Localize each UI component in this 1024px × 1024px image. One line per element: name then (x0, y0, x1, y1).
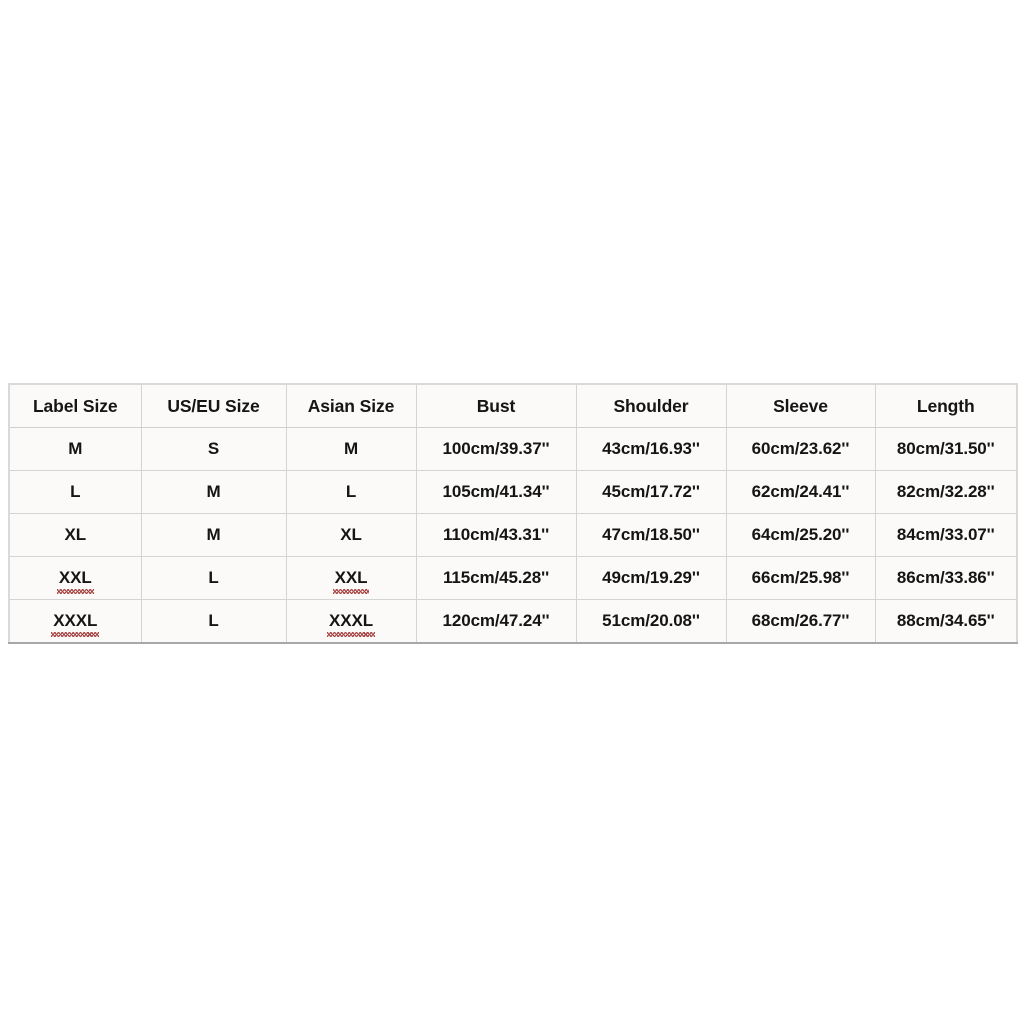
cell-shoulder: 47cm/18.50'' (575, 513, 727, 557)
spellcheck-squiggle-underline (51, 631, 100, 637)
cell-asian-size: L (285, 470, 417, 514)
cell-shoulder: 51cm/20.08'' (575, 599, 727, 644)
column-header-label-size: Label Size (8, 383, 142, 428)
cell-us-eu-size: M (140, 470, 287, 514)
size-chart-container: Label Size US/EU Size Asian Size Bust Sh… (8, 383, 1018, 644)
cell-length: 86cm/33.86'' (874, 556, 1018, 600)
cell-sleeve: 60cm/23.62'' (725, 427, 876, 471)
cell-asian-size: XXL (285, 556, 417, 600)
column-header-sleeve: Sleeve (725, 383, 876, 428)
cell-us-eu-size: S (140, 427, 287, 471)
cell-asian-size: M (285, 427, 417, 471)
clothing-size-chart-table: Label Size US/EU Size Asian Size Bust Sh… (8, 383, 1018, 644)
column-header-length: Length (874, 383, 1018, 428)
cell-shoulder: 45cm/17.72'' (575, 470, 727, 514)
cell-asian-size: XL (285, 513, 417, 557)
cell-label-size: L (8, 470, 142, 514)
cell-label-size: XXXL (8, 599, 142, 644)
misspelled-text: XXXL (51, 611, 100, 637)
cell-length: 88cm/34.65'' (874, 599, 1018, 644)
table-row: L M L 105cm/41.34'' 45cm/17.72'' 62cm/24.41''… (8, 470, 1018, 514)
cell-length: 84cm/33.07'' (874, 513, 1018, 557)
cell-shoulder: 49cm/19.29'' (575, 556, 727, 600)
spellcheck-squiggle-underline (56, 588, 94, 594)
table-row: XXXL L XXXL 120cm/47.24'' 51cm/20.08'' 68cm/2… (8, 599, 1018, 644)
spellcheck-squiggle-underline (332, 588, 370, 594)
cell-asian-size: XXXL (285, 599, 417, 644)
cell-sleeve: 64cm/25.20'' (725, 513, 876, 557)
cell-label-size: XXL (8, 556, 142, 600)
cell-length: 82cm/32.28'' (874, 470, 1018, 514)
cell-sleeve: 68cm/26.77'' (725, 599, 876, 644)
spellcheck-squiggle-underline (326, 631, 376, 637)
column-header-us-eu-size: US/EU Size (140, 383, 287, 428)
cell-bust: 105cm/41.34'' (415, 470, 577, 514)
cell-bust: 110cm/43.31'' (415, 513, 577, 557)
misspelled-text: XXL (332, 568, 370, 594)
table-body: M S M 100cm/39.37'' 43cm/16.93'' 60cm/23.62''… (8, 427, 1018, 644)
table-row: M S M 100cm/39.37'' 43cm/16.93'' 60cm/23.62''… (8, 427, 1018, 471)
cell-us-eu-size: L (140, 556, 287, 600)
cell-length: 80cm/31.50'' (874, 427, 1018, 471)
table-row: XXL L XXL 115cm/45.28'' 49cm/19.29'' 66cm/25.… (8, 556, 1018, 600)
cell-sleeve: 62cm/24.41'' (725, 470, 876, 514)
column-header-asian-size: Asian Size (285, 383, 417, 428)
cell-label-size: XL (8, 513, 142, 557)
misspelled-text: XXL (56, 568, 94, 594)
table-header-row: Label Size US/EU Size Asian Size Bust Sh… (8, 383, 1018, 428)
column-header-bust: Bust (415, 383, 577, 428)
cell-us-eu-size: L (140, 599, 287, 644)
cell-bust: 100cm/39.37'' (415, 427, 577, 471)
cell-us-eu-size: M (140, 513, 287, 557)
table-row: XL M XL 110cm/43.31'' 47cm/18.50'' 64cm/25.20… (8, 513, 1018, 557)
cell-bust: 120cm/47.24'' (415, 599, 577, 644)
cell-sleeve: 66cm/25.98'' (725, 556, 876, 600)
cell-shoulder: 43cm/16.93'' (575, 427, 727, 471)
cell-label-size: M (8, 427, 142, 471)
misspelled-text: XXXL (326, 611, 376, 637)
column-header-shoulder: Shoulder (575, 383, 727, 428)
cell-bust: 115cm/45.28'' (415, 556, 577, 600)
